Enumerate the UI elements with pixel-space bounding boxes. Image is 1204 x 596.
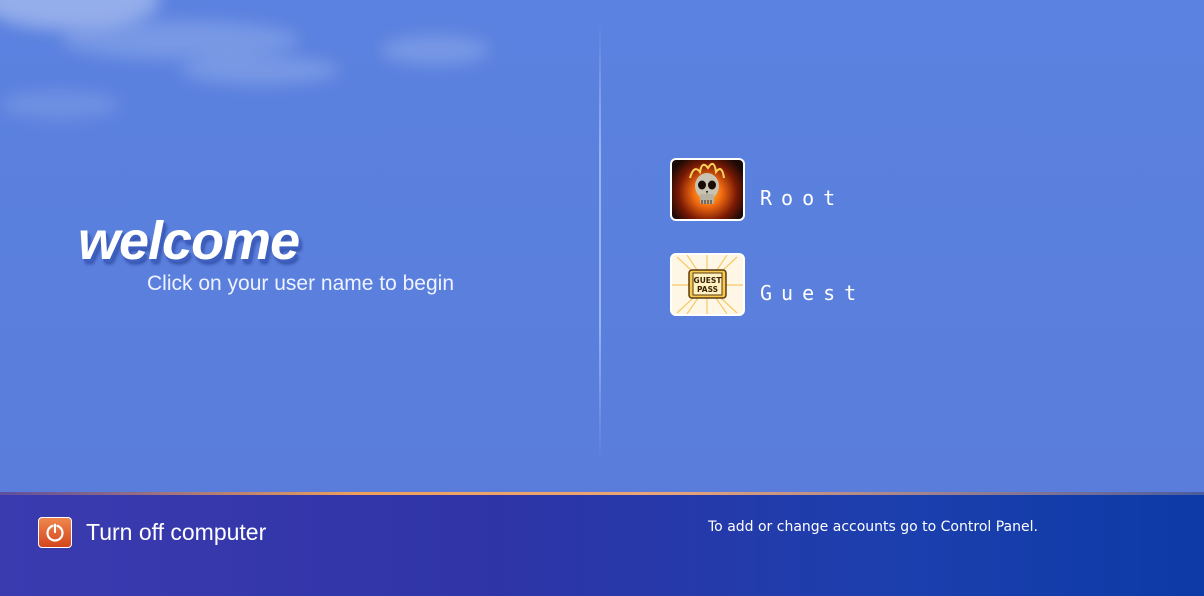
welcome-panel: welcome Click on your user name to begin… [0, 0, 1204, 492]
welcome-title: welcome [78, 211, 300, 271]
flaming-skull-icon[interactable] [670, 158, 745, 221]
welcome-subtitle: Click on your user name to begin [147, 272, 454, 295]
power-icon[interactable] [38, 517, 72, 548]
turn-off-computer-button[interactable]: Turn off computer [86, 519, 266, 546]
user-name-guest[interactable]: Guest [760, 281, 960, 305]
svg-text:GUEST: GUEST [694, 276, 723, 285]
footer-bar: Turn off computer To add or change accou… [0, 492, 1204, 596]
control-panel-hint: To add or change accounts go to Control … [708, 519, 1038, 535]
svg-text:PASS: PASS [697, 285, 718, 294]
sky-cloud [0, 90, 120, 120]
footer-accent-line [0, 492, 1204, 495]
sky-cloud [380, 35, 490, 65]
user-name-root[interactable]: Root [760, 186, 960, 210]
guest-pass-icon[interactable]: GUEST PASS [670, 253, 745, 316]
vertical-divider [599, 20, 601, 460]
sky-cloud [60, 20, 300, 60]
sky-cloud [180, 55, 340, 85]
